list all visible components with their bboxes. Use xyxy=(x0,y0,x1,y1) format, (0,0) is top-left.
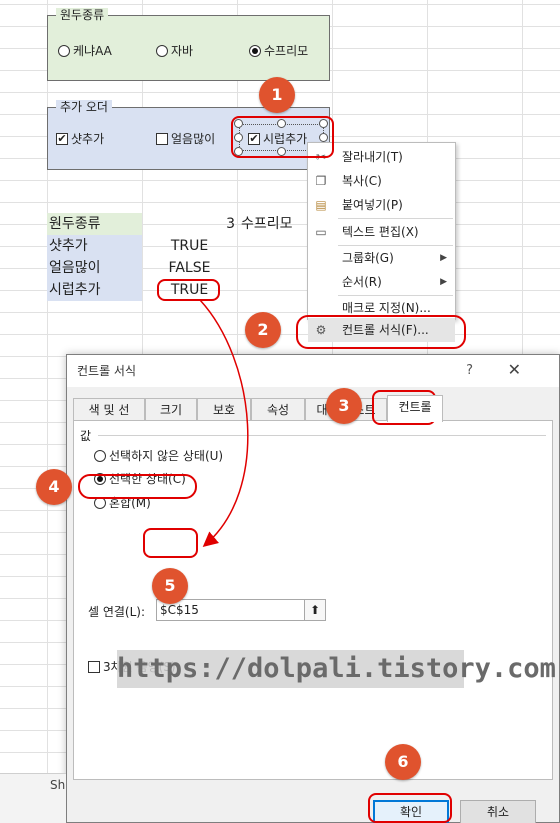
step-marker-5: 5 xyxy=(152,568,188,604)
step-marker-4: 4 xyxy=(36,469,72,505)
step-marker-6: 6 xyxy=(385,744,421,780)
annotation-arrow xyxy=(199,299,249,547)
step-marker-1: 1 xyxy=(259,77,295,113)
step-marker-3: 3 xyxy=(326,388,362,424)
step-marker-2: 2 xyxy=(245,312,281,348)
tab-control[interactable]: 컨트롤 xyxy=(387,395,443,422)
